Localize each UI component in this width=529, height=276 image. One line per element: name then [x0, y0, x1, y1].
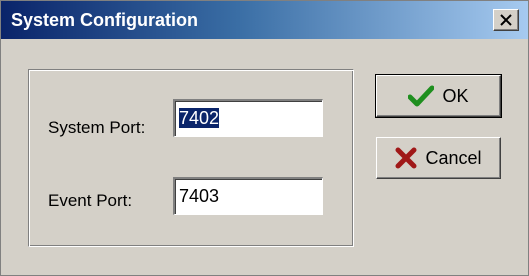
check-icon	[408, 85, 435, 107]
system-port-input[interactable]: 7402	[173, 99, 323, 137]
ok-label: OK	[442, 85, 469, 106]
system-configuration-dialog: System Configuration System Port: 7402 E…	[0, 0, 529, 276]
event-port-label: Event Port:	[48, 191, 133, 210]
event-port-input[interactable]: 7403	[173, 177, 323, 215]
ok-button[interactable]: OK	[375, 74, 502, 118]
system-port-value: 7402	[179, 108, 220, 128]
x-icon	[395, 147, 417, 169]
close-button[interactable]	[493, 9, 519, 31]
port-settings-group	[28, 69, 354, 247]
event-port-value: 7403	[179, 186, 220, 206]
cancel-label: Cancel	[425, 147, 482, 168]
window-title: System Configuration	[11, 10, 199, 30]
system-port-label: System Port:	[48, 118, 146, 137]
cancel-button[interactable]: Cancel	[376, 137, 501, 179]
title-bar[interactable]: System Configuration	[1, 1, 528, 39]
close-icon	[500, 14, 512, 26]
